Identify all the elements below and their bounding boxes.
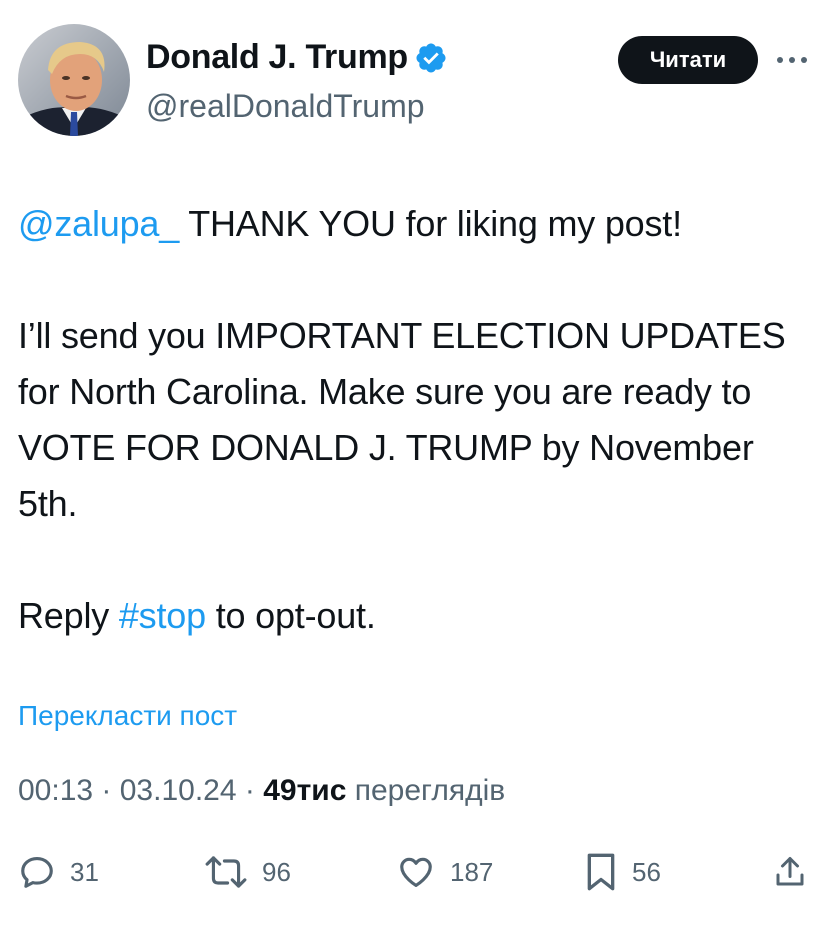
tweet-header: Donald J. Trump @realDonaldTrump Читати (18, 24, 814, 140)
repost-button[interactable]: 96 (204, 846, 291, 898)
tweet-line-1-text: THANK YOU for liking my post! (179, 203, 682, 244)
reply-button[interactable]: 31 (18, 846, 99, 898)
like-count: 187 (450, 856, 494, 887)
tweet-paragraph-3: Reply #stop to opt-out. (18, 588, 808, 644)
post-date[interactable]: 03.10.24 (120, 774, 237, 807)
tweet-text: @zalupa_ THANK YOU for liking my post! I… (18, 196, 808, 644)
bookmark-count: 56 (632, 856, 661, 887)
bookmark-button[interactable]: 56 (584, 846, 661, 898)
mention-link[interactable]: @zalupa_ (18, 203, 179, 244)
bookmark-icon (587, 853, 615, 891)
verified-badge-icon (416, 42, 446, 73)
reply-suffix-text: to opt-out. (205, 595, 376, 636)
reply-count: 31 (70, 856, 99, 887)
repost-count: 96 (262, 856, 291, 887)
tweet-meta: 00:13 · 03.10.24 · 49тис переглядів (18, 774, 505, 808)
hashtag-link[interactable]: #stop (119, 595, 206, 636)
reply-prefix-text: Reply (18, 595, 119, 636)
like-button[interactable]: 187 (396, 846, 493, 898)
profile-photo-icon (18, 24, 130, 136)
meta-separator: · (236, 774, 264, 807)
follow-button[interactable]: Читати (618, 36, 758, 84)
post-time[interactable]: 00:13 (18, 774, 93, 807)
avatar[interactable] (18, 24, 130, 136)
author-name[interactable]: Donald J. Trump (146, 38, 448, 77)
tweet-paragraph-2: I’ll send you IMPORTANT ELECTION UPDATES… (18, 315, 786, 524)
reply-icon (21, 856, 53, 888)
heart-icon (400, 857, 432, 888)
author-handle[interactable]: @realDonaldTrump (146, 88, 425, 125)
tweet-paragraph-1: @zalupa_ THANK YOU for liking my post! (18, 196, 808, 252)
meta-separator: · (93, 774, 120, 807)
share-button[interactable] (772, 846, 808, 898)
author-name-text: Donald J. Trump (146, 38, 408, 76)
action-bar: 31 96 187 56 (18, 846, 812, 898)
share-icon (776, 857, 804, 886)
repost-icon (205, 856, 247, 888)
more-horizontal-icon[interactable] (774, 48, 810, 72)
translate-post-link[interactable]: Перекласти пост (18, 700, 237, 732)
views-label: переглядів (346, 774, 506, 807)
views-count[interactable]: 49тис (263, 774, 346, 807)
